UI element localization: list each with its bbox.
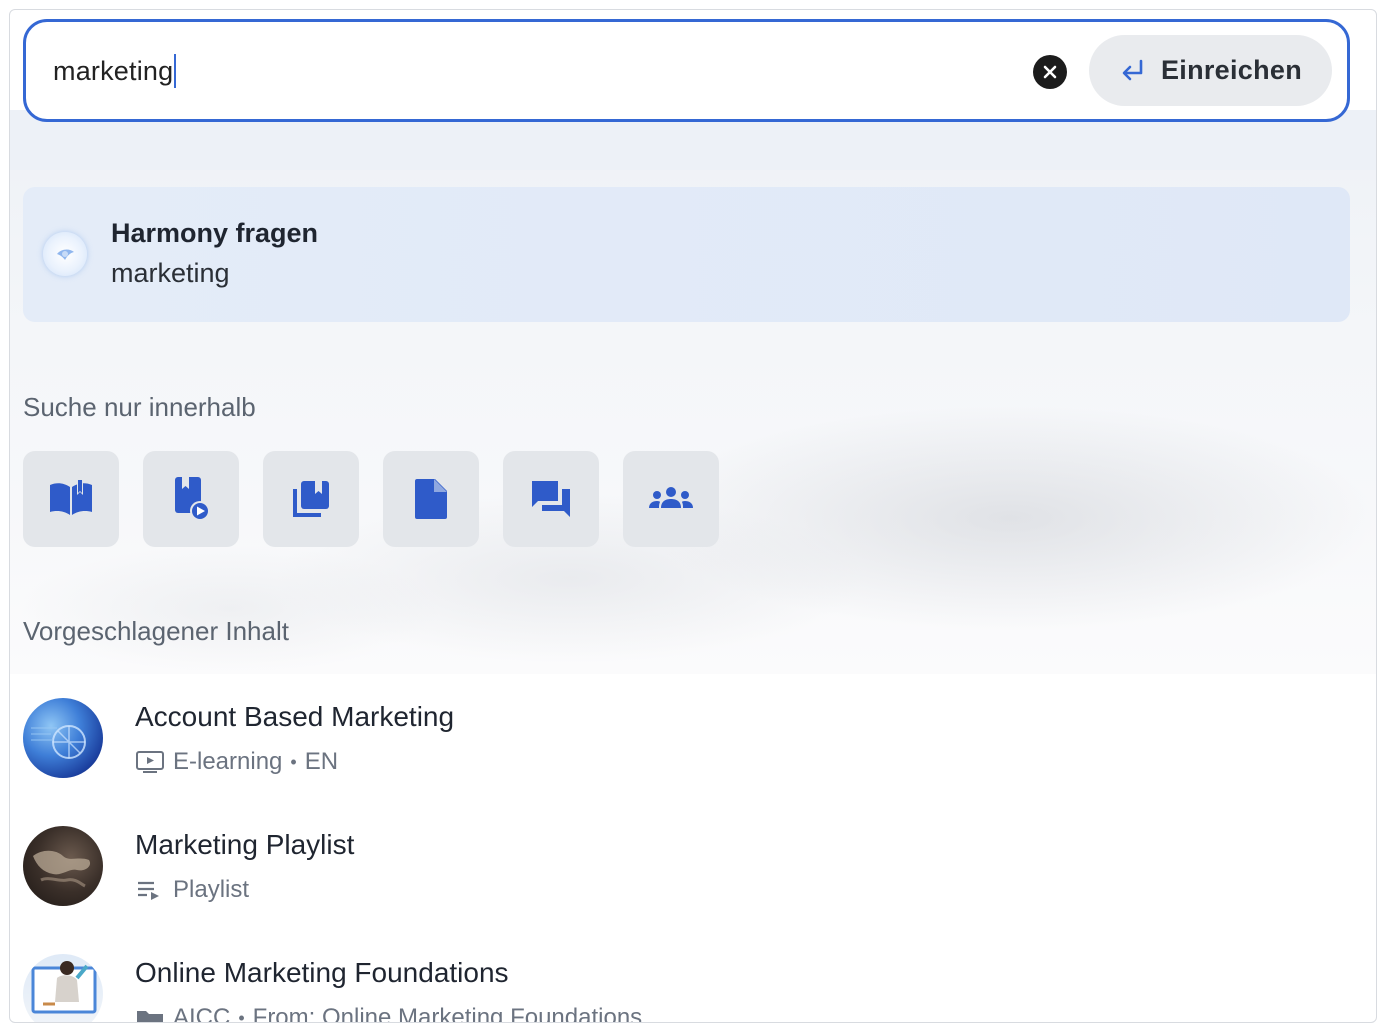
item-meta: Playlist [135,876,249,904]
groups-icon [649,487,693,508]
search-bar[interactable]: marketing Einreichen [23,19,1350,122]
harmony-title: Harmony fragen [111,218,319,248]
playlist-icon [138,881,159,900]
meta-separator: • [290,751,297,772]
enter-return-icon [1122,59,1143,80]
search-input[interactable]: marketing [53,54,177,88]
item-meta: E-learning • EN [135,748,338,776]
search-overlay: marketing Einreichen Harmony fragen mark… [9,9,1377,1023]
item-title: Marketing Playlist [135,829,355,860]
item-title: Online Marketing Foundations [135,957,509,988]
book-open-icon [50,480,92,515]
item-type: Playlist [173,876,250,903]
ask-harmony-option[interactable]: Harmony fragen marketing [23,187,1350,322]
filter-documents[interactable] [383,451,479,547]
suggested-item[interactable]: Account Based Marketing E-learning • EN [23,698,1123,798]
item-thumbnail [23,954,103,1022]
scope-filter-list [23,451,719,547]
item-thumbnail [23,826,103,906]
search-input-value: marketing [53,55,174,86]
close-icon [1043,65,1057,79]
clear-search-button[interactable] [1033,55,1067,89]
item-language: EN [304,748,339,775]
filter-library[interactable] [263,451,359,547]
meta-separator: • [238,1007,245,1023]
submit-label: Einreichen [1160,55,1303,85]
harmony-logo-icon [43,232,87,276]
suggested-section-label: Vorgeschlagener Inhalt [23,616,289,646]
document-icon [415,479,447,519]
submit-button[interactable]: Einreichen [1089,35,1332,106]
item-source: From: Online Marketing Foundations [252,1004,643,1023]
filter-learning[interactable] [23,451,119,547]
item-thumbnail [23,698,103,778]
monitor-play-icon [136,751,164,773]
course-play-icon [175,477,210,521]
filter-courses[interactable] [143,451,239,547]
suggested-item[interactable]: Marketing Playlist Playlist [23,826,1123,926]
suggested-item[interactable]: Online Marketing Foundations AICC • From… [23,954,1123,1023]
filter-discussions[interactable] [503,451,599,547]
item-type: E-learning [173,748,283,775]
text-caret [174,54,177,88]
library-stack-icon [293,481,329,517]
harmony-query: marketing [111,258,230,288]
folder-icon [137,1011,163,1022]
item-type: AICC [173,1004,231,1023]
item-title: Account Based Marketing [135,701,455,732]
forum-chat-icon [532,481,570,517]
scope-section-label: Suche nur innerhalb [23,392,256,422]
filter-groups[interactable] [623,451,719,547]
item-meta: AICC • From: Online Marketing Foundation… [135,1004,643,1023]
